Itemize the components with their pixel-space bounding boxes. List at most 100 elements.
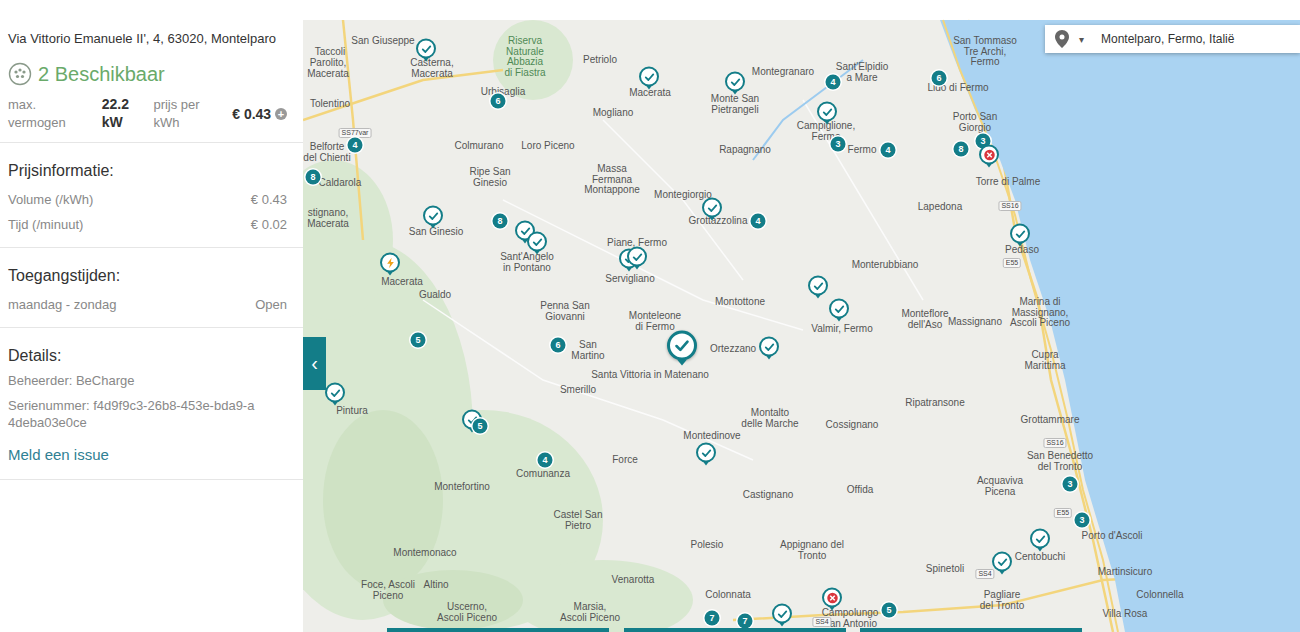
pin-marker[interactable] — [1010, 224, 1030, 244]
report-issue-link[interactable]: Meld een issue — [8, 445, 295, 465]
place-label-line: Massignano, — [1010, 308, 1070, 319]
selected-charger-pin[interactable] — [667, 331, 697, 366]
charger-pin[interactable] — [423, 206, 443, 229]
charger-pin[interactable] — [808, 276, 828, 299]
pin-marker[interactable] — [808, 276, 828, 296]
pin-marker[interactable]: 8 — [493, 214, 508, 229]
pin-marker[interactable]: 3 — [1063, 477, 1078, 492]
pin-marker[interactable]: 4 — [751, 214, 766, 229]
pin-marker[interactable]: 6 — [932, 71, 947, 86]
pin-marker[interactable] — [380, 253, 400, 273]
charger-pin[interactable] — [817, 102, 837, 125]
pin-marker[interactable] — [325, 383, 345, 403]
map[interactable]: TaccoliParolito,MacerataSan GiuseppeTole… — [303, 0, 1300, 632]
charger-pin[interactable] — [822, 588, 842, 611]
pin-marker[interactable] — [829, 299, 849, 319]
charger-pin[interactable] — [979, 145, 999, 168]
charger-pin[interactable] — [627, 247, 647, 270]
place-label-line: Montedinove — [683, 431, 740, 442]
charger-pin[interactable]: 7 — [705, 611, 720, 626]
charger-pin[interactable]: 4 — [826, 75, 841, 90]
charger-pin[interactable] — [772, 604, 792, 627]
pin-marker[interactable]: 5 — [473, 419, 488, 434]
location-search[interactable]: ▾ Montelparo, Fermo, Italië — [1045, 25, 1300, 53]
charger-pin[interactable] — [759, 337, 779, 360]
pin-marker[interactable] — [627, 247, 647, 267]
charger-pin[interactable]: 8 — [493, 214, 508, 229]
charger-pin[interactable] — [325, 383, 345, 406]
charger-pin[interactable]: 4 — [881, 143, 896, 158]
pin-marker[interactable]: 8 — [954, 142, 969, 157]
pin-marker[interactable]: 6 — [551, 338, 566, 353]
place-label-line: Gualdo — [419, 290, 451, 301]
pin-marker[interactable] — [639, 67, 659, 87]
pin-marker[interactable] — [817, 102, 837, 122]
charger-pin[interactable] — [1010, 224, 1030, 247]
pin-marker[interactable] — [527, 232, 547, 252]
charger-pin[interactable] — [725, 72, 745, 95]
pin-marker[interactable]: 3 — [1075, 513, 1090, 528]
search-dropdown-caret[interactable]: ▾ — [1075, 32, 1087, 47]
charger-pin[interactable] — [527, 232, 547, 255]
charger-pin[interactable]: 3 — [1063, 477, 1078, 492]
charger-pin[interactable]: 3 — [831, 137, 846, 152]
price-info-button[interactable]: + — [275, 108, 287, 120]
pin-marker[interactable]: 5 — [882, 603, 897, 618]
pin-marker[interactable]: 4 — [881, 143, 896, 158]
pin-marker[interactable]: 4 — [348, 138, 363, 153]
charger-pin[interactable] — [696, 443, 716, 466]
pin-marker[interactable] — [416, 39, 436, 59]
pin-marker[interactable]: 3 — [831, 137, 846, 152]
cluster-count: 6 — [495, 96, 500, 106]
pin-marker[interactable]: 6 — [491, 94, 506, 109]
charger-pin[interactable]: 4 — [538, 453, 553, 468]
pin-marker[interactable] — [423, 206, 443, 226]
pin-marker[interactable] — [702, 198, 722, 218]
pin-marker[interactable]: 7 — [705, 611, 720, 626]
pin-marker[interactable] — [822, 588, 842, 608]
place-label-line: Venarotta — [612, 575, 655, 586]
pin-marker[interactable] — [1030, 529, 1050, 549]
pin-marker[interactable]: 8 — [306, 170, 321, 185]
place-label-line: Riserva — [504, 36, 545, 47]
charger-pin[interactable]: 3 — [1075, 513, 1090, 528]
cluster-count: 4 — [352, 140, 357, 150]
check-icon — [671, 335, 693, 357]
charger-pin[interactable]: 7 — [738, 614, 753, 629]
charger-pin[interactable] — [416, 39, 436, 62]
pin-marker[interactable]: 5 — [411, 333, 426, 348]
charger-pin[interactable]: 6 — [491, 94, 506, 109]
pin-marker[interactable] — [725, 72, 745, 92]
pin-marker[interactable] — [772, 604, 792, 624]
place-label: Taccoli — [315, 47, 346, 58]
pin-marker[interactable] — [992, 552, 1012, 572]
charger-pin[interactable] — [702, 198, 722, 221]
charger-pin[interactable]: 6 — [551, 338, 566, 353]
charger-pin[interactable] — [1030, 529, 1050, 552]
pin-marker[interactable] — [979, 145, 999, 165]
charger-pin[interactable] — [380, 253, 400, 276]
charger-pin[interactable]: 5 — [882, 603, 897, 618]
pin-marker[interactable] — [696, 443, 716, 463]
charger-pin[interactable]: 8 — [954, 142, 969, 157]
charger-pin[interactable]: 4 — [348, 138, 363, 153]
charger-pin[interactable]: 6 — [932, 71, 947, 86]
place-label-line: Fermana — [584, 175, 640, 186]
pin-marker[interactable]: 4 — [538, 453, 553, 468]
price-label: prijs per kWh — [153, 96, 228, 132]
search-value[interactable]: Montelparo, Fermo, Italië — [1093, 31, 1234, 47]
charger-pin[interactable] — [639, 67, 659, 90]
place-label-line: Montegiorgio — [654, 190, 712, 201]
charger-pin[interactable] — [992, 552, 1012, 575]
pin-marker[interactable]: 4 — [826, 75, 841, 90]
charger-pin[interactable]: 5 — [473, 419, 488, 434]
charger-pin[interactable]: 5 — [411, 333, 426, 348]
pin-marker[interactable]: 7 — [738, 614, 753, 629]
charger-pin[interactable]: 4 — [751, 214, 766, 229]
pin-marker[interactable] — [667, 331, 697, 361]
collapse-panel-button[interactable]: ‹ — [303, 337, 326, 390]
charger-pin[interactable]: 8 — [306, 170, 321, 185]
place-label-line: Comunanza — [516, 469, 570, 480]
pin-marker[interactable] — [759, 337, 779, 357]
charger-pin[interactable] — [829, 299, 849, 322]
